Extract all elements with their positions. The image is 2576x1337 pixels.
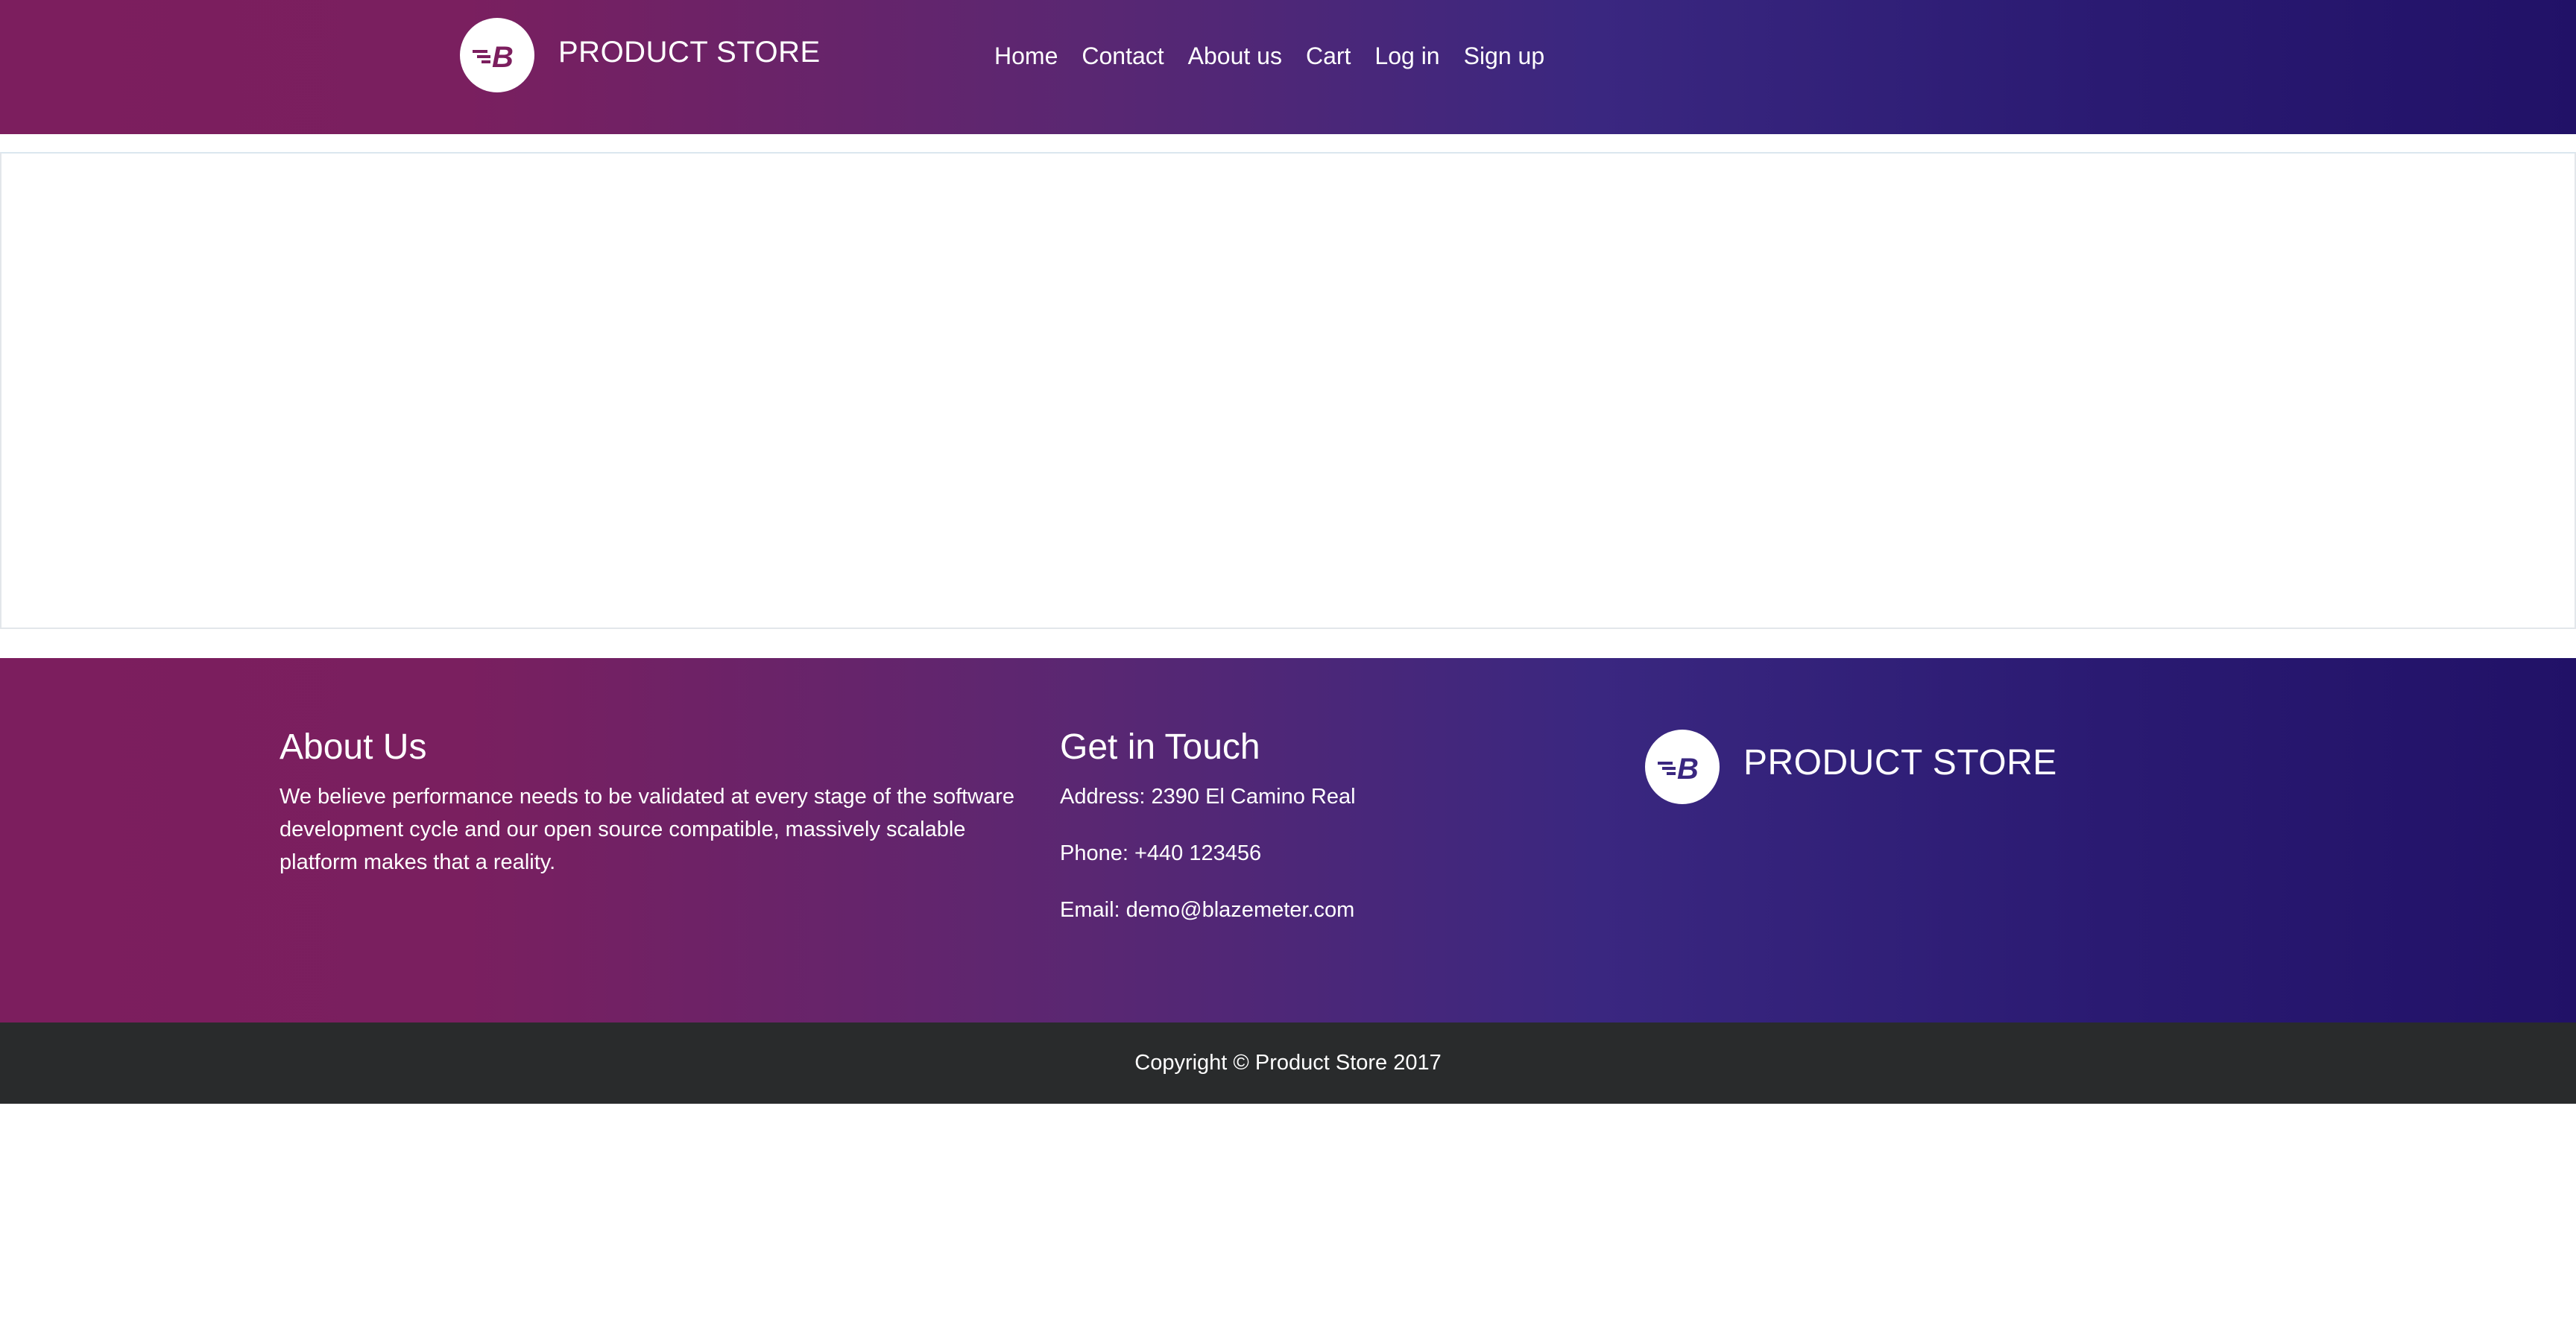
- footer-brand: B PRODUCT STORE: [1645, 730, 2057, 804]
- copyright-bar: Copyright © Product Store 2017: [0, 1022, 2576, 1104]
- main-nav: Home Contact About us Cart Log in Sign u…: [994, 37, 1568, 75]
- nav-about-us[interactable]: About us: [1188, 37, 1282, 75]
- nav-sign-up[interactable]: Sign up: [1464, 37, 1545, 75]
- contact-email: Email: demo@blazemeter.com: [1060, 898, 1355, 922]
- footer-logo-icon: B: [1645, 730, 1720, 804]
- navbar-brand[interactable]: B PRODUCT STORE: [460, 18, 821, 92]
- nav-cart[interactable]: Cart: [1306, 37, 1351, 75]
- svg-text:B: B: [492, 41, 514, 74]
- nav-home[interactable]: Home: [994, 37, 1058, 75]
- contact-phone: Phone: +440 123456: [1060, 841, 1262, 865]
- about-us-heading: About Us: [280, 727, 427, 767]
- about-us-text: We believe performance needs to be valid…: [280, 785, 1015, 874]
- footer-brand-name: PRODUCT STORE: [1743, 742, 2057, 783]
- navbar: B PRODUCT STORE Home Contact About us Ca…: [0, 0, 2576, 134]
- copyright-text: Copyright © Product Store 2017: [1134, 1051, 1442, 1075]
- nav-log-in[interactable]: Log in: [1374, 37, 1439, 75]
- footer-contact-section: Get in Touch Address: 2390 El Camino Rea…: [1060, 727, 1507, 950]
- footer: About Us We believe performance needs to…: [0, 658, 2576, 1022]
- footer-about-section: About Us We believe performance needs to…: [280, 727, 1025, 879]
- product-carousel: [0, 152, 2576, 629]
- brand-logo-icon: B: [460, 18, 534, 92]
- svg-text:B: B: [1677, 753, 1699, 786]
- get-in-touch-heading: Get in Touch: [1060, 727, 1260, 767]
- nav-contact[interactable]: Contact: [1082, 37, 1164, 75]
- contact-address: Address: 2390 El Camino Real: [1060, 785, 1356, 809]
- brand-name: PRODUCT STORE: [558, 35, 821, 69]
